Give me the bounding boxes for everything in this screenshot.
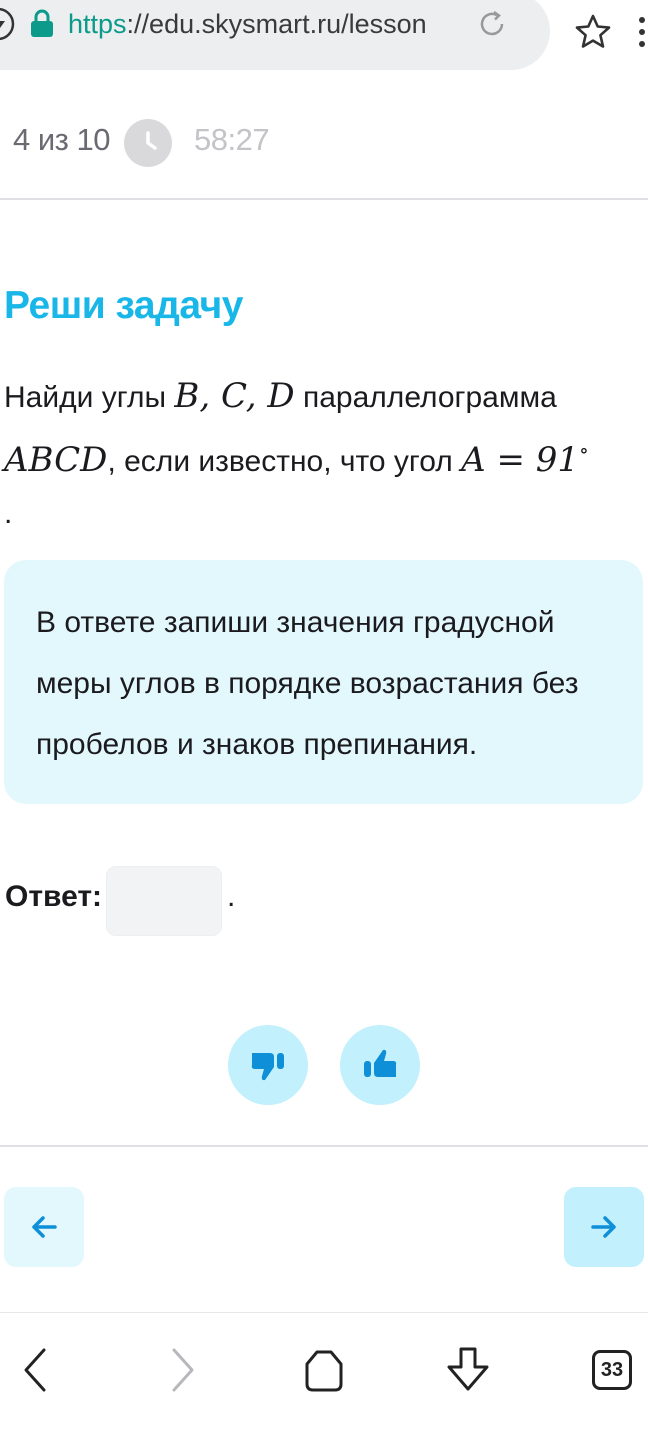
task-progress: 4 из 10 bbox=[13, 122, 110, 157]
question-part: Найди углы bbox=[4, 381, 175, 414]
chevron-left-icon bbox=[24, 1348, 46, 1392]
arrow-left-icon bbox=[32, 1216, 57, 1238]
lightning-icon[interactable] bbox=[0, 6, 16, 42]
answer-label: Ответ: bbox=[5, 880, 103, 913]
browser-download-button[interactable] bbox=[440, 1342, 496, 1398]
like-button[interactable] bbox=[340, 1025, 420, 1105]
chevron-right-icon bbox=[172, 1348, 194, 1392]
tabs-count: 33 bbox=[592, 1350, 632, 1390]
browser-forward-button[interactable] bbox=[152, 1342, 208, 1398]
dislike-button[interactable] bbox=[228, 1025, 308, 1105]
answer-input[interactable] bbox=[106, 866, 222, 936]
browser-back-button[interactable] bbox=[8, 1342, 64, 1398]
reload-icon[interactable] bbox=[477, 9, 507, 39]
math-figure: ABCD bbox=[4, 440, 108, 480]
browser-tabs-button[interactable]: 33 bbox=[584, 1342, 640, 1398]
question-text: Найди углы B, C, D параллелограмма ABCD, … bbox=[4, 370, 644, 540]
home-icon bbox=[305, 1350, 343, 1392]
download-arrow-icon bbox=[447, 1347, 489, 1391]
question-part: , если известно, что угол bbox=[107, 445, 462, 478]
url-text[interactable]: https://edu.skysmart.ru/lesson bbox=[68, 6, 458, 42]
address-bar[interactable]: https://edu.skysmart.ru/lesson bbox=[0, 0, 550, 70]
url-scheme: https bbox=[68, 9, 127, 39]
url-path: ://edu.skysmart.ru/lesson bbox=[126, 9, 427, 39]
math-angle-expr: A = 91 bbox=[461, 440, 579, 480]
math-angles: B, C, D bbox=[174, 376, 295, 416]
task-title: Реши задачу bbox=[4, 284, 243, 327]
divider bbox=[0, 198, 648, 200]
bookmark-star-icon[interactable] bbox=[573, 12, 613, 52]
question-end: . bbox=[4, 497, 13, 530]
divider bbox=[0, 1312, 648, 1313]
answer-trailing-dot: . bbox=[227, 880, 236, 913]
next-task-button[interactable] bbox=[564, 1187, 644, 1267]
hint-text: В ответе запиши значения градусной меры … bbox=[36, 606, 579, 761]
question-part: параллелограмма bbox=[294, 381, 557, 414]
divider bbox=[0, 1145, 648, 1147]
timer: 58:27 bbox=[194, 122, 270, 157]
thumbs-up-icon bbox=[364, 1049, 397, 1077]
menu-dots-icon[interactable] bbox=[636, 12, 648, 52]
lock-icon bbox=[31, 9, 53, 37]
browser-home-button[interactable] bbox=[296, 1342, 352, 1398]
previous-task-button[interactable] bbox=[4, 1187, 84, 1267]
math-angle-value: A = 91∘ bbox=[461, 438, 589, 480]
clock-icon bbox=[124, 119, 172, 167]
arrow-right-icon bbox=[591, 1216, 616, 1238]
degree-sign: ∘ bbox=[579, 438, 589, 462]
hint-box: В ответе запиши значения градусной меры … bbox=[4, 560, 643, 804]
thumbs-down-icon bbox=[251, 1053, 284, 1081]
